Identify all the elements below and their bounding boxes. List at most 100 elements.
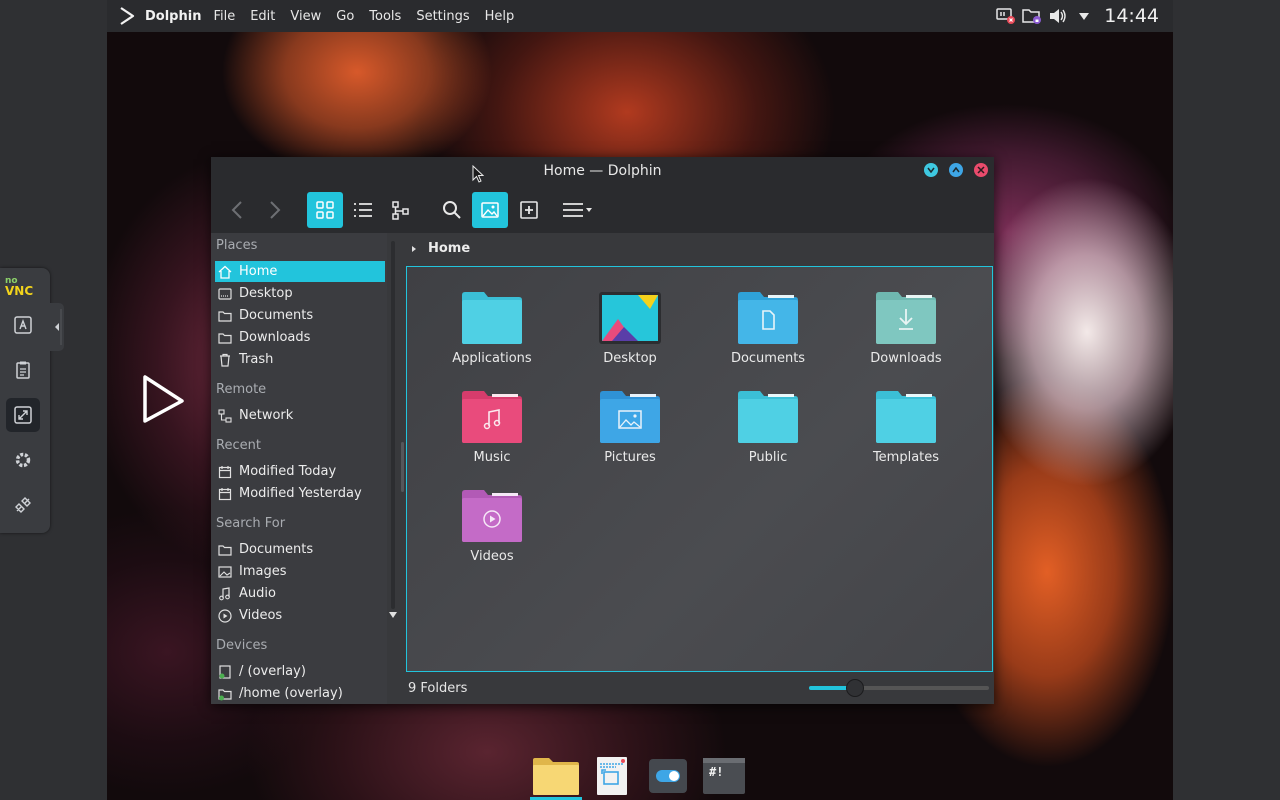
file-view[interactable]: Applications Desktop Documents Downloads… — [406, 266, 993, 672]
menu-file[interactable]: File — [213, 9, 235, 24]
network-disconnected-icon[interactable] — [996, 6, 1016, 26]
menu-tools[interactable]: Tools — [369, 9, 401, 24]
folder-desktop[interactable]: Desktop — [570, 291, 690, 366]
place-label: /home (overlay) — [239, 686, 343, 701]
tray-expand-icon[interactable] — [1074, 6, 1094, 26]
scroll-down-arrow-icon[interactable] — [388, 611, 398, 619]
novnc-fullscreen-button[interactable] — [6, 398, 40, 432]
menu-go[interactable]: Go — [336, 9, 354, 24]
place-home[interactable]: Home — [215, 261, 385, 282]
pictures-folder-icon — [600, 391, 660, 443]
close-button[interactable] — [974, 163, 988, 177]
folder-icon — [876, 391, 936, 443]
forward-button[interactable] — [257, 192, 293, 228]
place-desktop[interactable]: Desktop — [215, 283, 385, 304]
active-app-name: Dolphin — [145, 8, 202, 24]
place-downloads[interactable]: Downloads — [215, 327, 385, 348]
desktop-folder-icon — [599, 292, 661, 344]
maximize-button[interactable] — [949, 163, 963, 177]
place-label: Audio — [239, 586, 276, 601]
taskbar-settings[interactable] — [640, 752, 696, 800]
calendar-icon — [218, 487, 232, 501]
novnc-handle[interactable] — [50, 303, 64, 351]
status-bar-text: 9 Folders — [408, 681, 468, 696]
menu-edit[interactable]: Edit — [250, 9, 275, 24]
back-arrow-icon — [231, 201, 242, 219]
music-folder-icon — [462, 391, 522, 443]
place-label: Downloads — [239, 330, 311, 345]
device-home-overlay[interactable]: /home (overlay) — [215, 683, 385, 704]
device-root[interactable]: / (overlay) — [215, 661, 385, 682]
zoom-slider[interactable] — [809, 679, 989, 697]
folder-label: Templates — [872, 450, 940, 465]
search-documents[interactable]: Documents — [215, 539, 385, 560]
folder-public[interactable]: Public — [708, 390, 828, 465]
taskbar-dolphin[interactable] — [528, 752, 584, 800]
app-launcher-icon[interactable] — [119, 7, 135, 25]
keyboard-icon — [14, 316, 32, 334]
file-manager-icon — [533, 758, 579, 795]
folder-videos[interactable]: Videos — [432, 489, 552, 564]
back-button[interactable] — [219, 192, 255, 228]
minimize-button[interactable] — [924, 163, 938, 177]
video-icon — [218, 608, 232, 623]
folder-label: Videos — [470, 549, 514, 564]
documents-folder-icon — [738, 292, 798, 344]
vault-icon[interactable] — [1022, 6, 1042, 26]
fullscreen-icon — [14, 406, 32, 424]
place-modified-yesterday[interactable]: Modified Yesterday — [215, 483, 385, 504]
icons-view-button[interactable] — [307, 192, 343, 228]
novnc-settings-button[interactable] — [6, 443, 40, 477]
volume-icon[interactable] — [1048, 6, 1068, 26]
folder-label: Applications — [452, 351, 532, 366]
novnc-keyboard-button[interactable] — [6, 308, 40, 342]
chevron-right-icon[interactable] — [409, 244, 419, 254]
taskbar-screenshot[interactable] — [584, 752, 640, 800]
window-titlebar[interactable]: Home — Dolphin — [211, 157, 994, 185]
section-search: Search For — [216, 516, 286, 531]
split-view-button[interactable] — [511, 192, 547, 228]
places-scrollbar[interactable] — [388, 241, 398, 618]
folder-documents[interactable]: Documents — [708, 291, 828, 366]
tree-view-button[interactable] — [383, 192, 419, 228]
breadcrumb-home[interactable]: Home — [428, 241, 470, 256]
folder-templates[interactable]: Templates — [846, 390, 966, 465]
search-audio[interactable]: Audio — [215, 583, 385, 604]
menu-view[interactable]: View — [290, 9, 321, 24]
folder-applications[interactable]: Applications — [432, 291, 552, 366]
menu-help[interactable]: Help — [485, 9, 515, 24]
place-label: Documents — [239, 308, 314, 323]
folder-pictures[interactable]: Pictures — [570, 390, 690, 465]
place-label: Documents — [239, 542, 314, 557]
preview-button[interactable] — [472, 192, 508, 228]
panel-splitter[interactable] — [401, 442, 404, 492]
details-view-button[interactable] — [345, 192, 381, 228]
folder-downloads[interactable]: Downloads — [846, 291, 966, 366]
place-documents[interactable]: Documents — [215, 305, 385, 326]
place-trash[interactable]: Trash — [215, 349, 385, 370]
hamburger-menu-button[interactable] — [554, 192, 600, 228]
novnc-disconnect-button[interactable] — [6, 488, 40, 522]
place-label: Desktop — [239, 286, 293, 301]
menu-settings[interactable]: Settings — [416, 9, 469, 24]
folder-music[interactable]: Music — [432, 390, 552, 465]
clock[interactable]: 14:44 — [1104, 5, 1159, 27]
list-view-icon — [354, 203, 372, 217]
place-network[interactable]: Network — [215, 405, 385, 426]
image-icon — [218, 565, 232, 579]
desktop-play-icon — [143, 375, 184, 423]
section-remote: Remote — [216, 382, 267, 397]
disconnect-icon — [15, 497, 31, 513]
screenshot-tool-icon — [597, 757, 627, 795]
taskbar-terminal[interactable]: #! — [696, 752, 752, 800]
search-button[interactable] — [434, 192, 470, 228]
folder-label: Music — [473, 450, 511, 465]
search-images[interactable]: Images — [215, 561, 385, 582]
place-modified-today[interactable]: Modified Today — [215, 461, 385, 482]
places-panel: Places Home Desktop Documents Downloads … — [211, 233, 387, 704]
zoom-slider-handle[interactable] — [846, 679, 864, 697]
search-videos[interactable]: Videos — [215, 605, 385, 626]
place-label: Images — [239, 564, 287, 579]
system-tray: 14:44 — [996, 0, 1173, 32]
novnc-clipboard-button[interactable] — [6, 353, 40, 387]
